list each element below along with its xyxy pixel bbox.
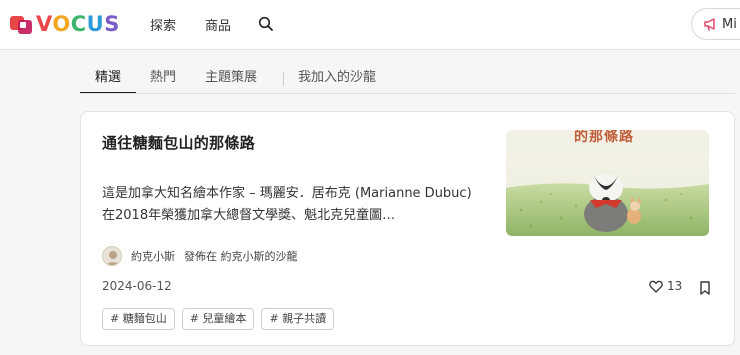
- header-pill-label: Mi: [722, 16, 737, 32]
- megaphone-icon: [704, 18, 715, 31]
- article-excerpt: 這是加拿大知名繪本作家 – 瑪麗安．居布克 (Marianne Dubuc) 在…: [102, 186, 472, 223]
- like-count: 13: [667, 279, 683, 293]
- avatar[interactable]: [102, 246, 122, 266]
- tab-popular[interactable]: 熱門: [150, 66, 176, 94]
- like-button[interactable]: 13: [649, 279, 682, 293]
- tag-item[interactable]: # 親子共讀: [261, 308, 335, 330]
- feed-tabs: 精選 熱門 主題策展 我加入的沙龍: [80, 66, 735, 94]
- search-icon[interactable]: [258, 16, 274, 32]
- top-header: VOCUS 探索 商品 Mi: [0, 0, 740, 50]
- author-row: 約克小斯 發佈在 約克小斯的沙龍: [102, 245, 298, 267]
- vocus-logo[interactable]: VOCUS: [10, 12, 120, 36]
- tabs-divider: [80, 93, 735, 94]
- bookmark-icon[interactable]: [699, 280, 711, 299]
- tab-topic-curation[interactable]: 主題策展: [205, 66, 257, 94]
- vocus-logo-icon: [10, 14, 32, 34]
- tag-item[interactable]: # 兒童繪本: [181, 308, 255, 330]
- article-thumbnail[interactable]: 的那條路: [506, 130, 709, 236]
- author-name[interactable]: 約克小斯: [131, 248, 175, 264]
- tab-my-salons[interactable]: 我加入的沙龍: [298, 66, 376, 94]
- heart-icon: [649, 280, 663, 293]
- article-title[interactable]: 通往糖麵包山的那條路: [102, 132, 255, 153]
- tag-item[interactable]: # 糖麵包山: [102, 308, 175, 330]
- logo-wordmark: VOCUS: [36, 12, 120, 36]
- thumbnail-caption: 的那條路: [574, 130, 634, 145]
- publish-date: 2024-06-12: [102, 279, 172, 293]
- tab-divider: [283, 72, 284, 86]
- tab-featured[interactable]: 精選: [95, 66, 121, 94]
- header-pill-button[interactable]: Mi: [691, 8, 740, 40]
- tag-list: # 糖麵包山 # 兒童繪本 # 親子共讀: [102, 308, 335, 330]
- nav-products[interactable]: 商品: [205, 15, 231, 34]
- nav-explore[interactable]: 探索: [150, 15, 176, 34]
- article-card[interactable]: 通往糖麵包山的那條路 這是加拿大知名繪本作家 – 瑪麗安．居布克 (Marian…: [80, 111, 735, 346]
- published-in[interactable]: 發佈在 約克小斯的沙龍: [184, 248, 298, 264]
